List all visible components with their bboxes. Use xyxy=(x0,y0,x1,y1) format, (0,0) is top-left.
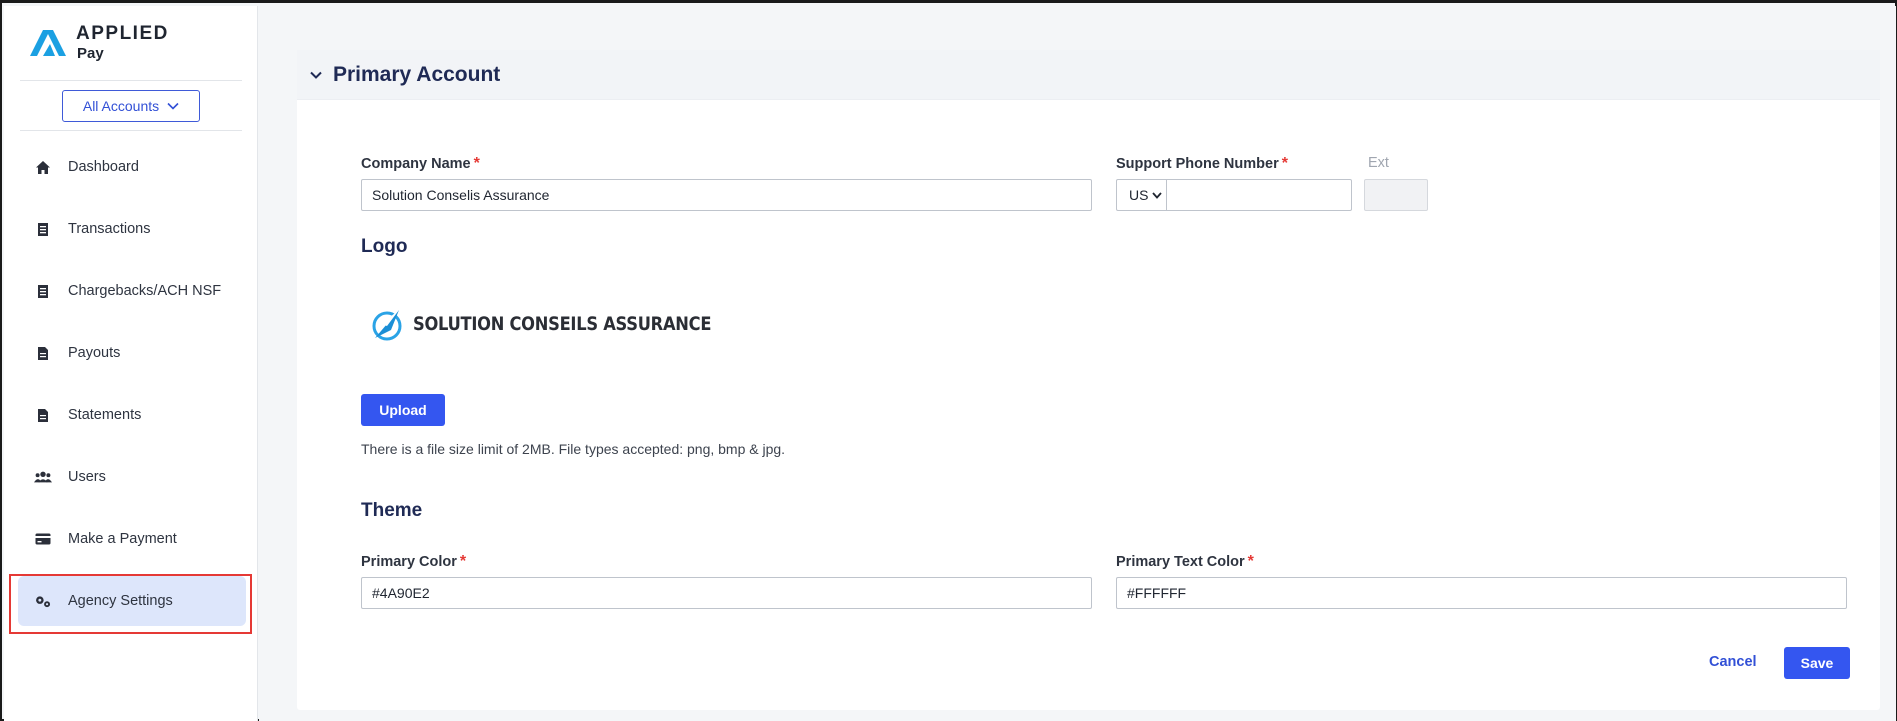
primary-text-color-value: #FFFFFF xyxy=(1127,585,1187,601)
required-marker: * xyxy=(459,553,467,570)
primary-color-label-text: Primary Color xyxy=(361,554,457,570)
sidebar-item-transactions[interactable]: Transactions xyxy=(18,204,246,254)
upload-button[interactable]: Upload xyxy=(361,394,445,426)
cancel-button[interactable]: Cancel xyxy=(1709,654,1757,670)
primary-text-color-label-text: Primary Text Color xyxy=(1116,554,1245,570)
account-selector-label: All Accounts xyxy=(82,98,160,114)
required-marker: * xyxy=(473,155,480,172)
sidebar-item-statements[interactable]: Statements xyxy=(18,390,246,440)
sidebar-item-label: Make a Payment xyxy=(68,531,177,547)
sidebar-item-payouts[interactable]: Payouts xyxy=(18,328,246,378)
card-header[interactable]: Primary Account xyxy=(297,50,1880,100)
chevron-down-icon xyxy=(1152,191,1163,199)
primary-account-card: Primary Account Company Name * Solution C… xyxy=(297,50,1880,710)
chevron-down-icon xyxy=(167,102,179,110)
primary-color-label: Primary Color * xyxy=(361,553,466,571)
account-selector[interactable]: All Accounts xyxy=(62,90,200,122)
ext-label: Ext xyxy=(1368,155,1389,171)
save-button[interactable]: Save xyxy=(1784,647,1850,679)
logo-swoosh-icon xyxy=(372,310,402,341)
support-phone-input[interactable] xyxy=(1166,179,1352,211)
chevron-down-icon xyxy=(310,71,322,79)
sidebar-item-make-payment[interactable]: Make a Payment xyxy=(18,514,246,564)
sidebar-item-agency-settings[interactable]: Agency Settings xyxy=(18,576,246,626)
card-title: Primary Account xyxy=(333,62,501,86)
sidebar: APPLIED Pay All Accounts Dashboard Trans… xyxy=(4,6,258,721)
divider xyxy=(20,130,242,131)
country-code-select[interactable]: US xyxy=(1116,179,1167,211)
upload-help-text: There is a file size limit of 2MB. File … xyxy=(361,441,786,457)
company-name-label: Company Name * xyxy=(361,155,480,173)
receipt-icon xyxy=(34,282,52,300)
main-content: Primary Account Company Name * Solution C… xyxy=(259,6,1896,721)
primary-text-color-label: Primary Text Color * xyxy=(1116,553,1254,571)
sidebar-item-label: Statements xyxy=(68,407,142,423)
logo-section-title: Logo xyxy=(361,236,408,257)
required-marker: * xyxy=(1247,553,1254,570)
company-name-input[interactable]: Solution Conselis Assurance xyxy=(361,179,1092,211)
support-phone-label: Support Phone Number * xyxy=(1116,155,1288,173)
sidebar-item-label: Chargebacks/ACH NSF xyxy=(68,283,222,299)
sidebar-item-label: Users xyxy=(68,469,106,485)
users-icon xyxy=(34,468,52,486)
primary-text-color-input[interactable]: #FFFFFF xyxy=(1116,577,1847,609)
theme-section-title: Theme xyxy=(361,500,423,521)
primary-color-value: #4A90E2 xyxy=(372,585,430,601)
ext-input[interactable] xyxy=(1364,179,1428,211)
document-icon xyxy=(34,344,52,362)
sidebar-item-label: Dashboard xyxy=(68,159,139,175)
document-icon xyxy=(34,406,52,424)
brand-subname: Pay xyxy=(77,45,104,62)
sidebar-item-label: Payouts xyxy=(68,345,121,361)
brand-name: APPLIED xyxy=(76,23,169,44)
primary-color-input[interactable]: #4A90E2 xyxy=(361,577,1092,609)
app-window: APPLIED Pay All Accounts Dashboard Trans… xyxy=(0,0,1897,721)
sidebar-item-chargebacks[interactable]: Chargebacks/ACH NSF xyxy=(18,266,246,316)
receipt-icon xyxy=(34,220,52,238)
sidebar-item-label: Transactions xyxy=(68,221,151,237)
credit-card-icon xyxy=(34,530,52,548)
logo-text: SOLUTION CONSEILS ASSURANCE xyxy=(413,313,712,335)
support-phone-label-text: Support Phone Number xyxy=(1116,156,1279,172)
sidebar-item-label: Agency Settings xyxy=(68,593,173,609)
company-name-value: Solution Conselis Assurance xyxy=(372,187,550,203)
gears-icon xyxy=(34,592,52,610)
required-marker: * xyxy=(1281,155,1288,172)
sidebar-item-dashboard[interactable]: Dashboard xyxy=(18,142,246,192)
company-name-label-text: Company Name xyxy=(361,156,471,172)
brand-logo[interactable]: APPLIED Pay xyxy=(26,24,169,62)
country-code-value: US xyxy=(1129,187,1149,203)
home-icon xyxy=(34,158,52,176)
sidebar-item-users[interactable]: Users xyxy=(18,452,246,502)
divider xyxy=(20,80,242,81)
applied-logo-icon xyxy=(30,30,66,56)
sidebar-nav: Dashboard Transactions Chargebacks/ACH N… xyxy=(18,142,246,638)
company-logo-image: SOLUTION CONSEILS ASSURANCE xyxy=(369,304,752,344)
